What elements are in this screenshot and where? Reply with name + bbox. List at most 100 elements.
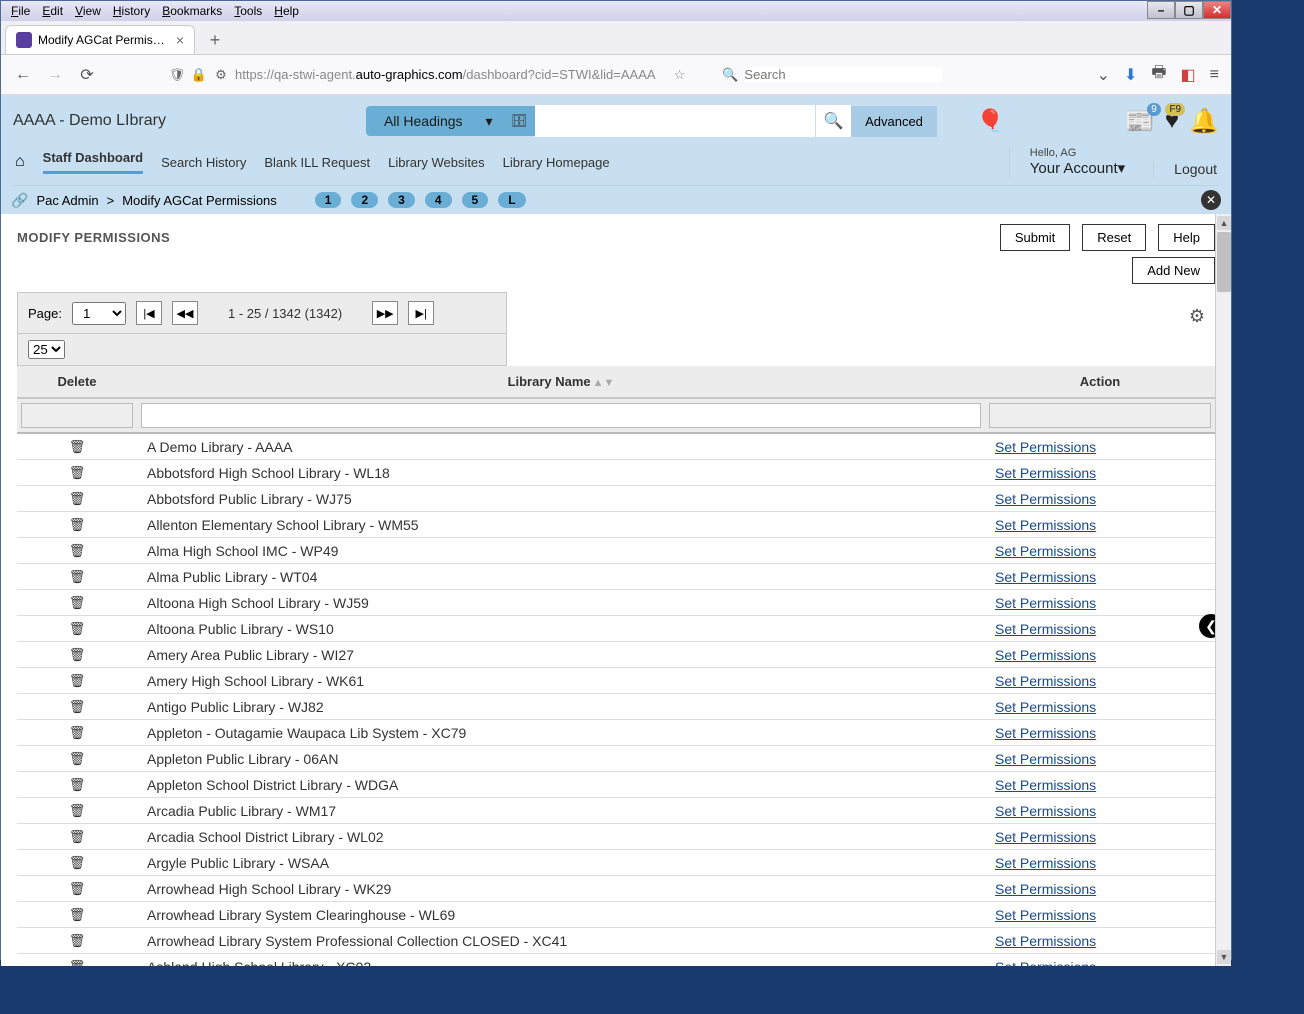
set-permissions-link[interactable]: Set Permissions <box>995 439 1096 455</box>
browser-search[interactable]: 🔍 <box>717 62 947 88</box>
set-permissions-link[interactable]: Set Permissions <box>995 543 1096 559</box>
trash-icon[interactable]: 🗑 <box>69 621 86 636</box>
set-permissions-link[interactable]: Set Permissions <box>995 881 1096 897</box>
menu-bookmarks[interactable]: Bookmarks <box>156 3 228 19</box>
submit-button[interactable]: Submit <box>1000 224 1070 251</box>
history-bubble[interactable]: 3 <box>388 192 415 208</box>
trash-icon[interactable]: 🗑 <box>69 751 86 766</box>
advanced-search-button[interactable]: Advanced <box>851 106 937 137</box>
favorites-icon[interactable]: ♥F9 <box>1165 107 1179 135</box>
menu-tools[interactable]: Tools <box>228 3 268 19</box>
trash-icon[interactable]: 🗑 <box>69 855 86 870</box>
catalog-search-button[interactable]: 🔍 <box>815 105 851 137</box>
extension-icon[interactable]: ◧ <box>1181 65 1196 85</box>
set-permissions-link[interactable]: Set Permissions <box>995 517 1096 533</box>
bell-icon[interactable]: 🔔 <box>1189 107 1219 136</box>
site-settings-icon[interactable]: ⚙ <box>213 67 229 83</box>
pocket-icon[interactable]: ⌄ <box>1097 65 1110 85</box>
trash-icon[interactable]: 🗑 <box>69 907 86 922</box>
trash-icon[interactable]: 🗑 <box>69 777 86 792</box>
set-permissions-link[interactable]: Set Permissions <box>995 569 1096 585</box>
page-size-select[interactable]: 25 <box>28 340 65 359</box>
filter-library-name[interactable] <box>141 403 981 428</box>
vertical-scrollbar[interactable]: ▲ ▼ <box>1215 214 1231 966</box>
news-icon[interactable]: 📰9 <box>1125 107 1155 136</box>
menu-view[interactable]: View <box>69 3 107 19</box>
trash-icon[interactable]: 🗑 <box>69 439 86 454</box>
filter-delete[interactable] <box>21 403 133 428</box>
set-permissions-link[interactable]: Set Permissions <box>995 777 1096 793</box>
bookmark-star-icon[interactable]: ☆ <box>674 67 686 83</box>
print-icon[interactable]: 🖶 <box>1151 61 1166 88</box>
last-page-button[interactable]: ▶| <box>408 301 434 325</box>
back-button[interactable]: ← <box>13 65 33 85</box>
database-icon[interactable]: 🗄 <box>503 106 536 136</box>
set-permissions-link[interactable]: Set Permissions <box>995 465 1096 481</box>
catalog-search-input[interactable] <box>535 105 815 137</box>
forward-button[interactable]: → <box>45 65 65 85</box>
set-permissions-link[interactable]: Set Permissions <box>995 673 1096 689</box>
set-permissions-link[interactable]: Set Permissions <box>995 621 1096 637</box>
set-permissions-link[interactable]: Set Permissions <box>995 751 1096 767</box>
menu-edit[interactable]: Edit <box>36 3 69 19</box>
trash-icon[interactable]: 🗑 <box>69 595 86 610</box>
trash-icon[interactable]: 🗑 <box>69 647 86 662</box>
nav-library-homepage[interactable]: Library Homepage <box>503 155 610 170</box>
first-page-button[interactable]: |◀ <box>136 301 162 325</box>
scroll-down-icon[interactable]: ▼ <box>1217 950 1231 964</box>
set-permissions-link[interactable]: Set Permissions <box>995 803 1096 819</box>
trash-icon[interactable]: 🗑 <box>69 959 86 966</box>
menu-history[interactable]: History <box>107 3 156 19</box>
page-select[interactable]: 1 <box>72 302 126 325</box>
trash-icon[interactable]: 🗑 <box>69 725 86 740</box>
trash-icon[interactable]: 🗑 <box>69 517 86 532</box>
history-bubble[interactable]: 1 <box>315 192 342 208</box>
close-window-button[interactable]: ✕ <box>1203 1 1231 19</box>
reload-button[interactable]: ⟳ <box>77 65 97 85</box>
col-library-name[interactable]: Library Name▲▼ <box>137 366 985 398</box>
url-display[interactable]: https://qa-stwi-agent.auto-graphics.com/… <box>235 67 656 82</box>
close-panel-icon[interactable]: ✕ <box>1201 190 1221 210</box>
browser-search-input[interactable] <box>744 67 942 82</box>
hamburger-icon[interactable]: ≡ <box>1210 66 1219 84</box>
history-bubble[interactable]: 4 <box>425 192 452 208</box>
trash-icon[interactable]: 🗑 <box>69 829 86 844</box>
account-dropdown[interactable]: Hello, AG Your Account▾ <box>1030 147 1125 177</box>
shield-icon[interactable]: 🛡 <box>169 67 185 83</box>
next-page-button[interactable]: ▶▶ <box>372 301 398 325</box>
set-permissions-link[interactable]: Set Permissions <box>995 595 1096 611</box>
set-permissions-link[interactable]: Set Permissions <box>995 959 1096 967</box>
set-permissions-link[interactable]: Set Permissions <box>995 829 1096 845</box>
trash-icon[interactable]: 🗑 <box>69 699 86 714</box>
nav-search-history[interactable]: Search History <box>161 155 246 170</box>
history-bubble[interactable]: L <box>498 192 525 208</box>
logout-link[interactable]: Logout <box>1153 161 1217 177</box>
history-bubble[interactable]: 5 <box>462 192 489 208</box>
lock-icon[interactable]: 🔒 <box>191 67 207 83</box>
add-new-button[interactable]: Add New <box>1132 257 1215 284</box>
trash-icon[interactable]: 🗑 <box>69 881 86 896</box>
set-permissions-link[interactable]: Set Permissions <box>995 699 1096 715</box>
scroll-thumb[interactable] <box>1217 232 1231 292</box>
nav-library-websites[interactable]: Library Websites <box>388 155 485 170</box>
balloon-icon[interactable]: 🎈 <box>977 108 1004 134</box>
set-permissions-link[interactable]: Set Permissions <box>995 725 1096 741</box>
tab-close-icon[interactable]: × <box>176 32 184 48</box>
maximize-button[interactable]: ▢ <box>1175 1 1203 19</box>
help-button[interactable]: Help <box>1158 224 1215 251</box>
filter-action[interactable] <box>989 403 1211 428</box>
scroll-up-icon[interactable]: ▲ <box>1217 216 1231 230</box>
trash-icon[interactable]: 🗑 <box>69 673 86 688</box>
set-permissions-link[interactable]: Set Permissions <box>995 907 1096 923</box>
set-permissions-link[interactable]: Set Permissions <box>995 933 1096 949</box>
trash-icon[interactable]: 🗑 <box>69 933 86 948</box>
menu-file[interactable]: File <box>5 3 36 19</box>
headings-dropdown[interactable]: All Headings <box>366 106 503 136</box>
grid-settings-icon[interactable]: ⚙ <box>1189 306 1205 327</box>
trash-icon[interactable]: 🗑 <box>69 465 86 480</box>
reset-button[interactable]: Reset <box>1082 224 1146 251</box>
new-tab-button[interactable]: + <box>201 26 229 54</box>
history-bubble[interactable]: 2 <box>351 192 378 208</box>
downloads-icon[interactable]: ⬇ <box>1124 65 1137 85</box>
trash-icon[interactable]: 🗑 <box>69 803 86 818</box>
